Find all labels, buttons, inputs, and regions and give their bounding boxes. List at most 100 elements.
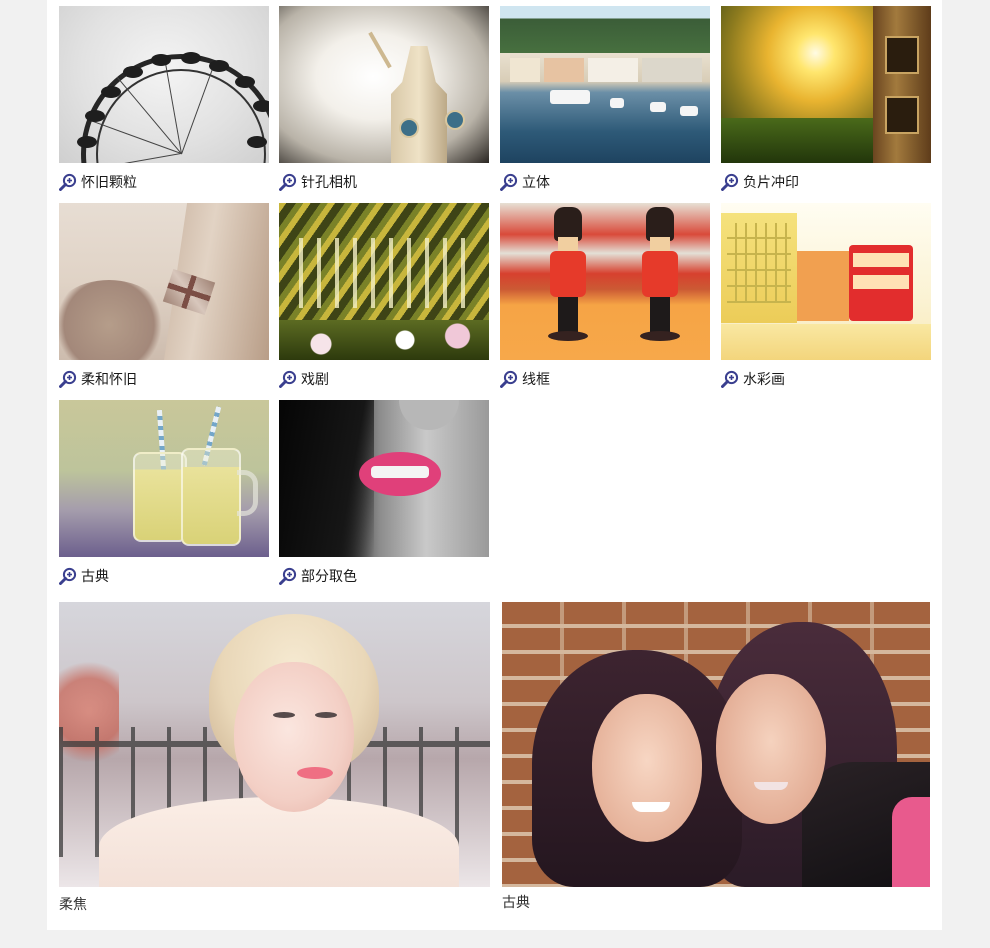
harbor-boat (680, 106, 698, 116)
zoom-in-icon[interactable] (279, 567, 297, 585)
showcase-classic[interactable]: 古典 (502, 602, 930, 914)
showcase-soft-focus[interactable]: 柔焦 (59, 602, 490, 914)
tower-clock-face (445, 110, 465, 130)
toy-guard (640, 207, 680, 347)
filter-tile-negative-print[interactable]: 负片冲印 (721, 6, 931, 191)
harbor-boat (650, 102, 666, 112)
filter-thumbnail-street-bus[interactable] (721, 203, 931, 360)
guard-coat (550, 251, 586, 297)
showcase-caption: 古典 (502, 894, 530, 910)
watercolor-road (721, 324, 931, 360)
garden-flowers (279, 320, 489, 360)
guard-hat (646, 207, 674, 241)
ferris-wheel-pod (253, 100, 269, 112)
guard-hat (554, 207, 582, 241)
zoom-in-icon[interactable] (721, 370, 739, 388)
filter-gallery-panel: 怀旧颗粒 针孔相机 立体 负片冲印 柔和怀旧 戏剧 线框 水彩画 古典 部分取色… (47, 0, 942, 930)
showcase-image-classic[interactable] (502, 602, 930, 887)
clock-tower (391, 46, 447, 163)
filter-label: 线框 (522, 371, 550, 387)
bus-window (853, 253, 909, 267)
filter-thumbnail-harbor[interactable] (500, 6, 710, 163)
filter-tile-soft-vintage[interactable]: 柔和怀旧 (59, 203, 269, 388)
sunlit-window (885, 96, 919, 134)
zoom-in-icon[interactable] (721, 173, 739, 191)
ferris-wheel-pod (247, 136, 267, 148)
ferris-wheel-pod (101, 86, 121, 98)
filter-label: 怀旧颗粒 (81, 174, 137, 190)
eye (273, 712, 295, 718)
zoom-in-icon[interactable] (279, 370, 297, 388)
nose (399, 400, 459, 430)
woman-face (716, 674, 826, 824)
filter-thumbnail-lemonade-jars[interactable] (59, 400, 269, 557)
filter-label: 立体 (522, 174, 550, 190)
woman-face (592, 694, 702, 842)
filter-label: 针孔相机 (301, 174, 357, 190)
bus-window (853, 275, 909, 289)
zoom-in-icon[interactable] (59, 567, 77, 585)
filter-tile-drama[interactable]: 戏剧 (279, 203, 489, 388)
filter-label: 水彩画 (743, 371, 785, 387)
guard-base (640, 331, 680, 341)
harbor-house (510, 58, 540, 82)
filter-label: 柔和怀旧 (81, 371, 137, 387)
ferris-wheel-pod (85, 110, 105, 122)
sunlit-hedge (721, 118, 881, 163)
guard-face (650, 237, 670, 251)
zoom-in-icon[interactable] (500, 370, 518, 388)
zoom-in-icon[interactable] (59, 173, 77, 191)
guard-base (548, 331, 588, 341)
filter-tile-vintage-grain[interactable]: 怀旧颗粒 (59, 6, 269, 191)
filter-tile-watercolor[interactable]: 水彩画 (721, 203, 931, 388)
filter-label: 负片冲印 (743, 174, 799, 190)
filter-thumbnail-pink-lips[interactable] (279, 400, 489, 557)
ferris-wheel-pod (181, 52, 201, 64)
tower-spire (368, 31, 392, 69)
showcase-image-soft-focus[interactable] (59, 602, 490, 887)
filter-thumbnail-garden-lights[interactable] (279, 203, 489, 360)
sunlit-wall (873, 6, 931, 163)
pink-sleeve (892, 797, 930, 887)
teeth (371, 466, 429, 478)
filter-thumbnail-sunlit-building[interactable] (721, 6, 931, 163)
lemonade-jar (181, 448, 241, 546)
white-jacket (99, 797, 459, 887)
jar-handle (237, 470, 258, 516)
ferris-wheel-pod (77, 136, 97, 148)
harbor-house (544, 58, 584, 82)
filter-thumbnail-ferris-wheel[interactable] (59, 6, 269, 163)
zoom-in-icon[interactable] (59, 370, 77, 388)
filter-tile-pinhole-camera[interactable]: 针孔相机 (279, 6, 489, 191)
watercolor-windows (727, 223, 791, 303)
filter-thumbnail-toy-guards[interactable] (500, 203, 710, 360)
filter-tile-stereo[interactable]: 立体 (500, 6, 710, 191)
zoom-in-icon[interactable] (279, 173, 297, 191)
harbor-house (588, 58, 638, 82)
guard-face (558, 237, 578, 251)
filter-label: 戏剧 (301, 371, 329, 387)
showcase-caption: 柔焦 (59, 896, 87, 912)
filter-thumbnail-clock-tower[interactable] (279, 6, 489, 163)
smile (632, 802, 670, 812)
smile (754, 782, 788, 790)
ferris-wheel-pod (123, 66, 143, 78)
ferris-wheel-pod (235, 76, 255, 88)
filter-label: 古典 (81, 568, 109, 584)
toy-guard (548, 207, 588, 347)
harbor-boat (610, 98, 624, 108)
guard-coat (642, 251, 678, 297)
filter-tile-wireframe[interactable]: 线框 (500, 203, 710, 388)
zoom-in-icon[interactable] (500, 173, 518, 191)
harbor-boat (550, 90, 590, 104)
soft-tree (59, 280, 169, 360)
filter-tile-classic[interactable]: 古典 (59, 400, 269, 585)
filter-thumbnail-flag-building[interactable] (59, 203, 269, 360)
filter-tile-partial-color[interactable]: 部分取色 (279, 400, 489, 585)
woman-face (234, 662, 354, 812)
ferris-wheel-pod (209, 60, 229, 72)
harbor-house (642, 58, 702, 82)
watercolor-shopfront (797, 251, 849, 321)
pink-lips (297, 767, 333, 779)
garden-lights (299, 238, 469, 308)
